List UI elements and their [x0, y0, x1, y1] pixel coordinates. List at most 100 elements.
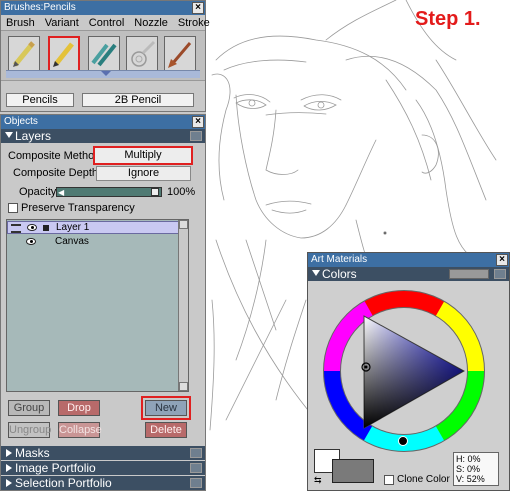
s-label: S:: [456, 464, 465, 474]
objects-palette: Objects × Layers Composite Method Multip…: [0, 114, 206, 491]
h-label: H:: [456, 454, 465, 464]
selection-portfolio-section-header[interactable]: Selection Portfolio: [1, 476, 205, 490]
brush-icon-5[interactable]: [164, 36, 196, 72]
preserve-transparency-label: Preserve Transparency: [21, 202, 135, 214]
brush-category-select[interactable]: Pencils: [6, 93, 74, 107]
composite-depth-label: Composite Depth: [13, 167, 98, 179]
close-icon[interactable]: ×: [496, 254, 508, 266]
airbrush-icon: [131, 40, 156, 67]
clone-color-checkbox[interactable]: [384, 475, 394, 485]
layer-row[interactable]: Canvas: [7, 236, 179, 249]
opacity-value: 100%: [167, 186, 196, 198]
panel-menu-icon[interactable]: [190, 131, 202, 141]
menu-brush[interactable]: Brush: [1, 15, 40, 30]
slider-left-arrow-icon[interactable]: ◀: [58, 188, 64, 197]
art-materials-title: Art Materials: [311, 254, 368, 265]
h-value: 0%: [467, 454, 481, 464]
s-row: S: 0%: [456, 464, 496, 474]
color-wheel[interactable]: [314, 285, 504, 455]
group-button[interactable]: Group: [8, 400, 50, 416]
v-value: 52%: [466, 474, 485, 484]
panel-menu-icon[interactable]: [190, 448, 202, 458]
hsv-readout: H: 0% S: 0% V: 52%: [453, 452, 499, 486]
preserve-transparency-checkbox[interactable]: [8, 203, 18, 213]
collapsed-triangle-icon: [6, 449, 12, 457]
scroll-down-icon[interactable]: [179, 382, 188, 391]
art-materials-palette: Art Materials × Colors ⇆ Clone Color H: …: [307, 252, 510, 491]
brushes-title: Brushes:Pencils: [4, 2, 76, 13]
step-label: Step 1.: [415, 8, 481, 30]
slider-knob[interactable]: [151, 188, 159, 196]
h-row: H: 0%: [456, 454, 496, 464]
close-icon[interactable]: ×: [192, 2, 204, 14]
clone-color-label: Clone Color: [397, 474, 450, 485]
expanded-triangle-icon: [312, 270, 320, 276]
image-portfolio-section-header[interactable]: Image Portfolio: [1, 461, 205, 475]
objects-titlebar[interactable]: Objects ×: [1, 115, 205, 129]
brush-variant-select[interactable]: 2B Pencil: [82, 93, 194, 107]
v-label: V:: [456, 474, 465, 484]
pencil-icon: [91, 43, 117, 67]
layer-list-scrollbar[interactable]: [178, 220, 188, 391]
scroll-up-icon[interactable]: [179, 220, 188, 229]
brush-icon-4[interactable]: [126, 36, 158, 72]
paintbrush-icon: [168, 42, 192, 68]
swap-colors-icon[interactable]: ⇆: [314, 475, 322, 486]
hue-ring-and-triangle[interactable]: [314, 285, 504, 455]
left-palettes: Brushes:Pencils × Brush Variant Control …: [0, 0, 210, 491]
selection-portfolio-header-label: Selection Portfolio: [15, 476, 112, 490]
eye-icon[interactable]: [26, 238, 36, 245]
layer-name: Layer 1: [56, 222, 90, 233]
panel-menu-icon[interactable]: [190, 478, 202, 488]
layer-stack-icon: [11, 224, 21, 233]
s-value: 0%: [467, 464, 481, 474]
brush-icon-1[interactable]: [8, 36, 40, 72]
brush-expand-strip[interactable]: [6, 70, 200, 78]
panel-menu-icon[interactable]: [190, 463, 202, 473]
delete-layer-button[interactable]: Delete: [145, 422, 187, 438]
additional-color-swatch[interactable]: [332, 459, 374, 483]
composite-method-select[interactable]: Multiply: [93, 146, 193, 165]
expanded-triangle-icon: [5, 132, 13, 138]
lock-icon[interactable]: [43, 225, 49, 231]
masks-section-header[interactable]: Masks: [1, 446, 205, 460]
layer-row-selected[interactable]: Layer 1: [7, 221, 179, 234]
opacity-label: Opacity: [19, 186, 57, 198]
brushes-titlebar[interactable]: Brushes:Pencils ×: [1, 1, 205, 15]
layers-header-label: Layers: [15, 129, 52, 143]
close-icon[interactable]: ×: [192, 116, 204, 128]
menu-variant[interactable]: Variant: [40, 15, 84, 30]
colors-section-header[interactable]: Colors: [308, 267, 509, 281]
brush-icon-strip: [1, 31, 205, 81]
ungroup-button[interactable]: Ungroup: [8, 422, 51, 438]
menu-stroke[interactable]: Stroke: [173, 15, 215, 30]
art-materials-titlebar[interactable]: Art Materials ×: [308, 253, 509, 267]
color-set-swatch[interactable]: [449, 269, 489, 279]
composite-method-label: Composite Method: [8, 150, 101, 162]
menu-nozzle[interactable]: Nozzle: [129, 15, 173, 30]
menu-control[interactable]: Control: [84, 15, 129, 30]
image-portfolio-header-label: Image Portfolio: [15, 461, 96, 475]
layers-section-header[interactable]: Layers: [1, 129, 205, 143]
masks-header-label: Masks: [15, 446, 50, 460]
collapse-button[interactable]: Collapse: [58, 422, 102, 438]
layer-name: Canvas: [55, 236, 89, 247]
objects-title: Objects: [4, 116, 38, 127]
colors-header-label: Colors: [322, 267, 357, 281]
brushes-palette: Brushes:Pencils × Brush Variant Control …: [0, 0, 210, 112]
composite-depth-select[interactable]: Ignore: [96, 166, 191, 181]
layer-list: Layer 1 Canvas: [6, 219, 189, 392]
pencil-icon: [13, 41, 35, 67]
opacity-slider[interactable]: ◀: [56, 187, 162, 197]
drop-button[interactable]: Drop: [58, 400, 100, 416]
collapsed-triangle-icon: [6, 464, 12, 472]
eye-icon[interactable]: [27, 224, 37, 231]
brush-icon-2-selected[interactable]: [48, 36, 80, 72]
brush-menu-bar: Brush Variant Control Nozzle Stroke: [1, 15, 210, 31]
pencil-icon: [53, 42, 74, 67]
new-layer-button[interactable]: New: [141, 396, 191, 420]
v-row: V: 52%: [456, 474, 496, 484]
collapsed-triangle-icon: [6, 479, 12, 487]
panel-menu-icon[interactable]: [494, 269, 506, 279]
brush-icon-3[interactable]: [88, 36, 120, 72]
